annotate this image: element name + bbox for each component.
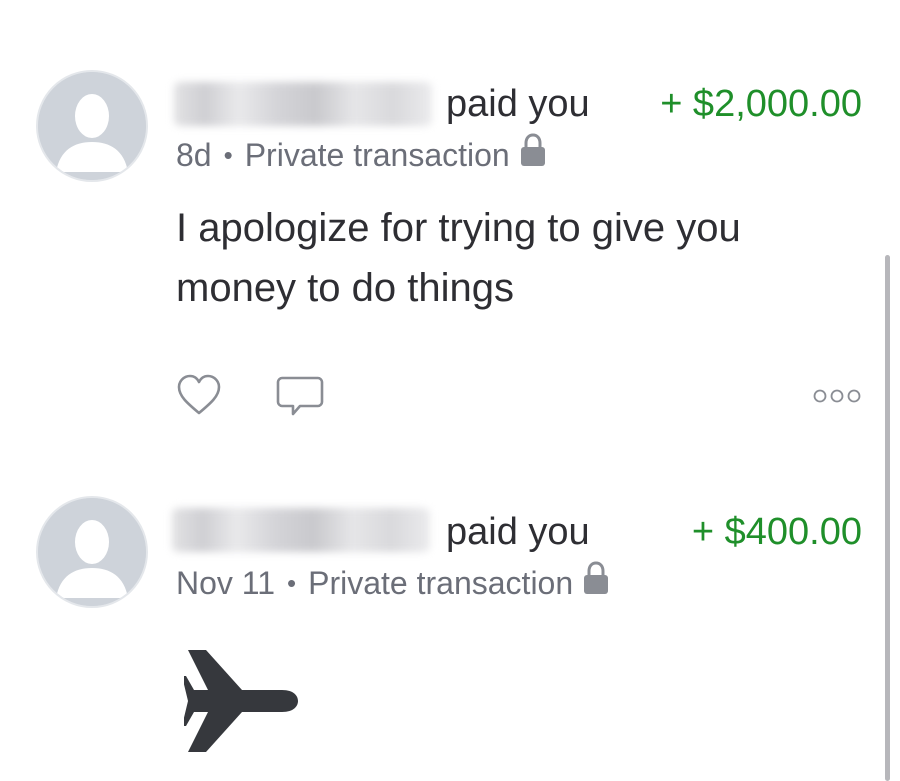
default-user-icon <box>38 72 146 180</box>
action-text: paid you <box>446 83 590 125</box>
more-options-icon[interactable] <box>812 388 862 409</box>
sender-name-redacted <box>172 508 430 552</box>
transaction-meta: Nov 11 • Private transaction <box>176 561 609 604</box>
meta-separator: • <box>223 139 233 170</box>
default-user-icon <box>38 498 146 606</box>
lock-icon <box>583 561 609 604</box>
scrollbar[interactable] <box>885 255 890 781</box>
avatar[interactable] <box>36 496 148 608</box>
transaction-time: Nov 11 <box>176 564 276 601</box>
airplane-icon <box>182 650 300 757</box>
comment-icon[interactable] <box>276 376 324 423</box>
meta-separator: • <box>287 567 297 598</box>
transaction-amount: + $2,000.00 <box>660 83 862 125</box>
heart-icon[interactable] <box>177 374 221 421</box>
transaction-meta: 8d • Private transaction <box>176 133 546 176</box>
lock-icon <box>520 133 546 176</box>
transaction-amount: + $400.00 <box>691 511 862 553</box>
transaction-note: I apologize for trying to give you money… <box>176 206 741 310</box>
transaction-time: 8d <box>176 136 212 173</box>
privacy-label: Private transaction <box>308 564 574 601</box>
action-text: paid you <box>446 511 590 553</box>
privacy-label: Private transaction <box>244 136 510 173</box>
avatar[interactable] <box>36 70 148 182</box>
sender-name-redacted <box>174 82 432 126</box>
